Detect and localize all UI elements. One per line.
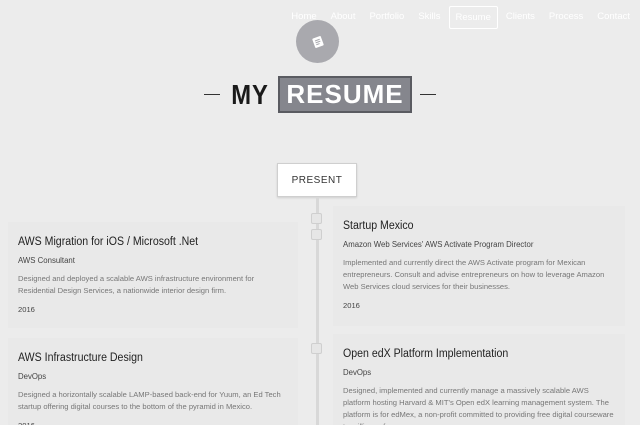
entry-year: 2016 xyxy=(343,301,360,310)
entry-role: DevOps xyxy=(18,372,47,381)
timeline-entry: Startup Mexico Amazon Web Services' AWS … xyxy=(333,206,625,326)
timeline-entry: AWS Infrastructure Design DevOps Designe… xyxy=(8,338,298,425)
entry-title: AWS Infrastructure Design xyxy=(18,352,143,364)
nav-portfolio[interactable]: Portfolio xyxy=(363,6,410,29)
entry-role: DevOps xyxy=(343,368,372,377)
entry-description: Designed a horizontally scalable LAMP-ba… xyxy=(18,390,281,411)
entry-role: AWS Consultant xyxy=(18,256,75,265)
main-nav: Home About Portfolio Skills Resume Clien… xyxy=(283,6,636,29)
entry-description: Designed and deployed a scalable AWS inf… xyxy=(18,274,255,295)
nav-clients[interactable]: Clients xyxy=(500,6,541,29)
title-dash-right xyxy=(419,93,436,96)
entry-description: Designed, implemented and currently mana… xyxy=(343,386,614,425)
present-label: PRESENT xyxy=(277,163,357,197)
entry-year: 2016 xyxy=(18,421,288,425)
entry-title: Startup Mexico xyxy=(343,220,414,232)
book-icon xyxy=(311,35,325,49)
timeline-node xyxy=(311,343,322,354)
entry-description: Implemented and currently direct the AWS… xyxy=(343,258,605,291)
page-title-part1: MY xyxy=(231,78,270,110)
timeline-node xyxy=(311,213,322,224)
nav-resume[interactable]: Resume xyxy=(448,6,498,29)
entry-title: AWS Migration for iOS / Microsoft .Net xyxy=(18,236,199,248)
nav-skills[interactable]: Skills xyxy=(412,6,446,29)
nav-process[interactable]: Process xyxy=(543,6,589,29)
entry-year: 2016 xyxy=(18,305,35,314)
timeline-entry: AWS Migration for iOS / Microsoft .Net A… xyxy=(8,222,298,328)
timeline-node xyxy=(311,229,322,240)
entry-role: Amazon Web Services' AWS Activate Progra… xyxy=(343,240,534,249)
entry-title: Open edX Platform Implementation xyxy=(343,348,509,360)
nav-contact[interactable]: Contact xyxy=(591,6,636,29)
title-dash-left xyxy=(204,93,221,96)
section-badge xyxy=(296,20,339,63)
timeline-entry: Open edX Platform Implementation DevOps … xyxy=(333,334,625,425)
page-title: MY RESUME xyxy=(0,76,640,113)
page-title-part2: RESUME xyxy=(278,76,412,113)
